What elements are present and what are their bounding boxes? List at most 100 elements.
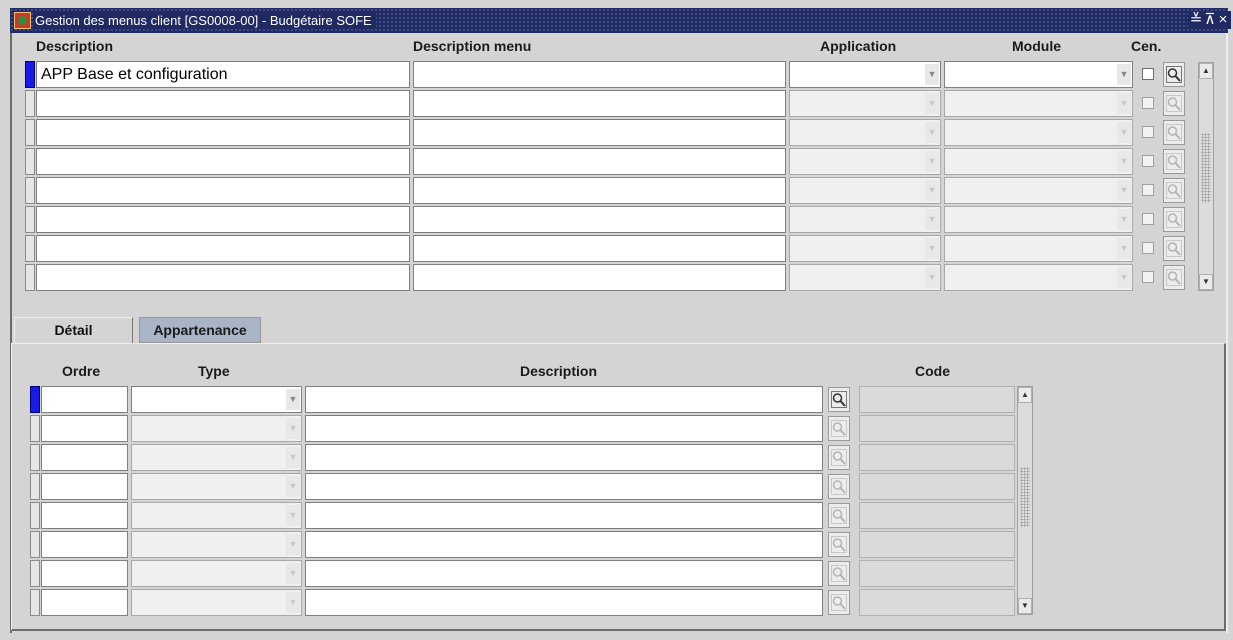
lov-button[interactable]	[1163, 120, 1185, 145]
cen-checkbox[interactable]	[1142, 155, 1154, 167]
lov-button[interactable]	[1163, 236, 1185, 261]
scroll-up-icon[interactable]: ▲	[1199, 63, 1213, 79]
type-select[interactable]: ▼	[131, 502, 302, 529]
record-indicator[interactable]	[30, 531, 40, 558]
application-select[interactable]: ▼	[789, 235, 941, 262]
chevron-down-icon[interactable]: ▼	[925, 93, 939, 114]
ordre-field[interactable]	[41, 473, 128, 500]
type-select[interactable]: ▼	[131, 386, 302, 413]
record-indicator[interactable]	[25, 206, 35, 233]
record-indicator[interactable]	[30, 502, 40, 529]
chevron-down-icon[interactable]: ▼	[1117, 64, 1131, 85]
cen-checkbox[interactable]	[1142, 68, 1154, 80]
record-indicator[interactable]	[25, 90, 35, 117]
cen-checkbox[interactable]	[1142, 184, 1154, 196]
lov-button[interactable]	[828, 416, 850, 441]
lov-button[interactable]	[828, 561, 850, 586]
chevron-down-icon[interactable]: ▼	[1117, 238, 1131, 259]
cen-checkbox[interactable]	[1142, 242, 1154, 254]
description-field[interactable]	[36, 177, 410, 204]
chevron-down-icon[interactable]: ▼	[286, 418, 300, 439]
lov-button[interactable]	[828, 387, 850, 412]
description-menu-field[interactable]	[413, 90, 786, 117]
scroll-down-icon[interactable]: ▼	[1199, 274, 1213, 290]
cen-checkbox[interactable]	[1142, 126, 1154, 138]
chevron-down-icon[interactable]: ▼	[286, 592, 300, 613]
detail-description-field[interactable]	[305, 386, 823, 413]
ordre-field[interactable]	[41, 560, 128, 587]
ordre-field[interactable]	[41, 386, 128, 413]
type-select[interactable]: ▼	[131, 589, 302, 616]
detail-description-field[interactable]	[305, 502, 823, 529]
description-field[interactable]	[36, 119, 410, 146]
type-select[interactable]: ▼	[131, 473, 302, 500]
scroll-thumb[interactable]	[1201, 133, 1211, 203]
description-menu-field[interactable]	[413, 61, 786, 88]
record-indicator[interactable]	[30, 415, 40, 442]
description-menu-field[interactable]	[413, 148, 786, 175]
detail-description-field[interactable]	[305, 531, 823, 558]
lov-button[interactable]	[828, 445, 850, 470]
chevron-down-icon[interactable]: ▼	[925, 151, 939, 172]
record-indicator[interactable]	[30, 386, 40, 413]
description-menu-field[interactable]	[413, 177, 786, 204]
chevron-down-icon[interactable]: ▼	[925, 122, 939, 143]
description-field[interactable]: APP Base et configuration	[36, 61, 410, 88]
master-scrollbar[interactable]: ▲ ▼	[1198, 62, 1214, 291]
module-select[interactable]: ▼	[944, 148, 1133, 175]
module-select[interactable]: ▼	[944, 206, 1133, 233]
type-select[interactable]: ▼	[131, 531, 302, 558]
description-menu-field[interactable]	[413, 119, 786, 146]
module-select[interactable]: ▼	[944, 119, 1133, 146]
chevron-down-icon[interactable]: ▼	[286, 563, 300, 584]
record-indicator[interactable]	[30, 444, 40, 471]
module-select[interactable]: ▼	[944, 61, 1133, 88]
chevron-down-icon[interactable]: ▼	[925, 64, 939, 85]
chevron-down-icon[interactable]: ▼	[1117, 122, 1131, 143]
application-select[interactable]: ▼	[789, 206, 941, 233]
chevron-down-icon[interactable]: ▼	[1117, 93, 1131, 114]
lov-button[interactable]	[828, 590, 850, 615]
record-indicator[interactable]	[30, 473, 40, 500]
chevron-down-icon[interactable]: ▼	[925, 209, 939, 230]
module-select[interactable]: ▼	[944, 177, 1133, 204]
record-indicator[interactable]	[30, 560, 40, 587]
lov-button[interactable]	[1163, 91, 1185, 116]
ordre-field[interactable]	[41, 415, 128, 442]
description-field[interactable]	[36, 235, 410, 262]
chevron-down-icon[interactable]: ▼	[1117, 209, 1131, 230]
detail-description-field[interactable]	[305, 473, 823, 500]
lov-button[interactable]	[828, 474, 850, 499]
record-indicator[interactable]	[25, 235, 35, 262]
ordre-field[interactable]	[41, 589, 128, 616]
description-field[interactable]	[36, 90, 410, 117]
scroll-up-icon[interactable]: ▲	[1018, 387, 1032, 403]
chevron-down-icon[interactable]: ▼	[286, 505, 300, 526]
description-field[interactable]	[36, 206, 410, 233]
chevron-down-icon[interactable]: ▼	[286, 476, 300, 497]
chevron-down-icon[interactable]: ▼	[286, 534, 300, 555]
application-select[interactable]: ▼	[789, 148, 941, 175]
chevron-down-icon[interactable]: ▼	[1117, 267, 1131, 288]
record-indicator[interactable]	[25, 177, 35, 204]
chevron-down-icon[interactable]: ▼	[286, 389, 300, 410]
description-field[interactable]	[36, 264, 410, 291]
application-select[interactable]: ▼	[789, 90, 941, 117]
ordre-field[interactable]	[41, 444, 128, 471]
detail-description-field[interactable]	[305, 560, 823, 587]
type-select[interactable]: ▼	[131, 444, 302, 471]
chevron-down-icon[interactable]: ▼	[1117, 180, 1131, 201]
type-select[interactable]: ▼	[131, 415, 302, 442]
description-field[interactable]	[36, 148, 410, 175]
scroll-thumb[interactable]	[1020, 467, 1030, 527]
type-select[interactable]: ▼	[131, 560, 302, 587]
chevron-down-icon[interactable]: ▼	[925, 267, 939, 288]
detail-scrollbar[interactable]: ▲ ▼	[1017, 386, 1033, 615]
record-indicator[interactable]	[30, 589, 40, 616]
cen-checkbox[interactable]	[1142, 97, 1154, 109]
detail-description-field[interactable]	[305, 444, 823, 471]
application-select[interactable]: ▼	[789, 61, 941, 88]
module-select[interactable]: ▼	[944, 235, 1133, 262]
ordre-field[interactable]	[41, 531, 128, 558]
lov-button[interactable]	[828, 503, 850, 528]
